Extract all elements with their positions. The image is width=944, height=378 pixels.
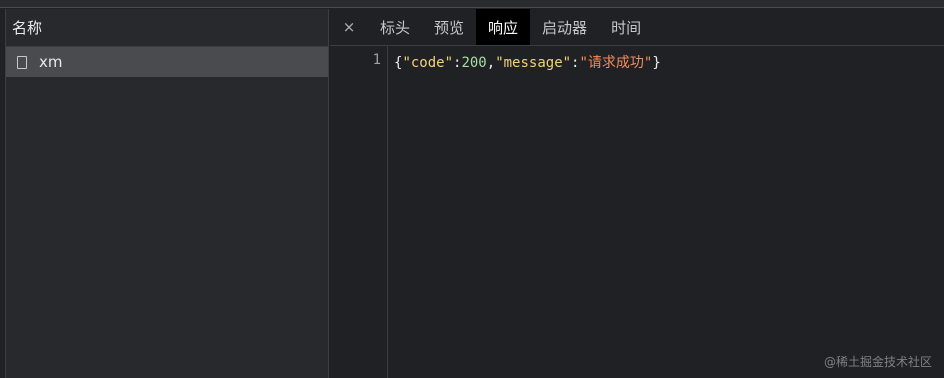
tab-headers-label: 标头: [380, 18, 411, 37]
json-key-code: "code": [402, 55, 454, 71]
request-details-pane: × 标头 预览 响应 启动器 时间 1 {"code":200,"message…: [330, 9, 944, 378]
tab-initiator-label: 启动器: [542, 18, 588, 37]
details-tabbar: × 标头 预览 响应 启动器 时间: [330, 9, 944, 46]
tab-timing[interactable]: 时间: [599, 9, 653, 45]
json-comma: ,: [486, 55, 496, 71]
request-row-xm[interactable]: xm: [6, 47, 328, 77]
tab-preview-label: 预览: [434, 18, 465, 37]
request-name: xm: [39, 53, 63, 71]
watermark: @稀土掘金技术社区: [823, 355, 932, 369]
close-icon[interactable]: ×: [330, 9, 368, 45]
json-value-message: "请求成功": [579, 55, 653, 71]
json-value-code: 200: [461, 55, 487, 71]
request-list-pane: 名称 xm: [5, 9, 329, 378]
json-close-brace: }: [652, 55, 661, 71]
response-code-line: {"code":200,"message":"请求成功"}: [394, 52, 661, 72]
tab-initiator[interactable]: 启动器: [530, 9, 599, 45]
tab-preview[interactable]: 预览: [422, 9, 476, 45]
json-key-message: "message": [495, 55, 572, 71]
tab-response[interactable]: 响应: [476, 9, 531, 45]
document-icon: [17, 55, 27, 69]
top-divider: [0, 0, 944, 8]
name-column-label: 名称: [12, 19, 43, 37]
devtools-network-panel: 名称 xm × 标头 预览 响应 启动器 时间 1 {"code":200,"m…: [0, 0, 944, 378]
response-viewer[interactable]: 1 {"code":200,"message":"请求成功"}: [330, 46, 944, 378]
name-column-header[interactable]: 名称: [6, 9, 328, 47]
line-number-gutter: 1: [330, 46, 388, 378]
tab-response-label: 响应: [488, 18, 519, 37]
tab-timing-label: 时间: [611, 18, 642, 37]
tab-headers[interactable]: 标头: [368, 9, 422, 45]
line-number: 1: [372, 52, 381, 68]
